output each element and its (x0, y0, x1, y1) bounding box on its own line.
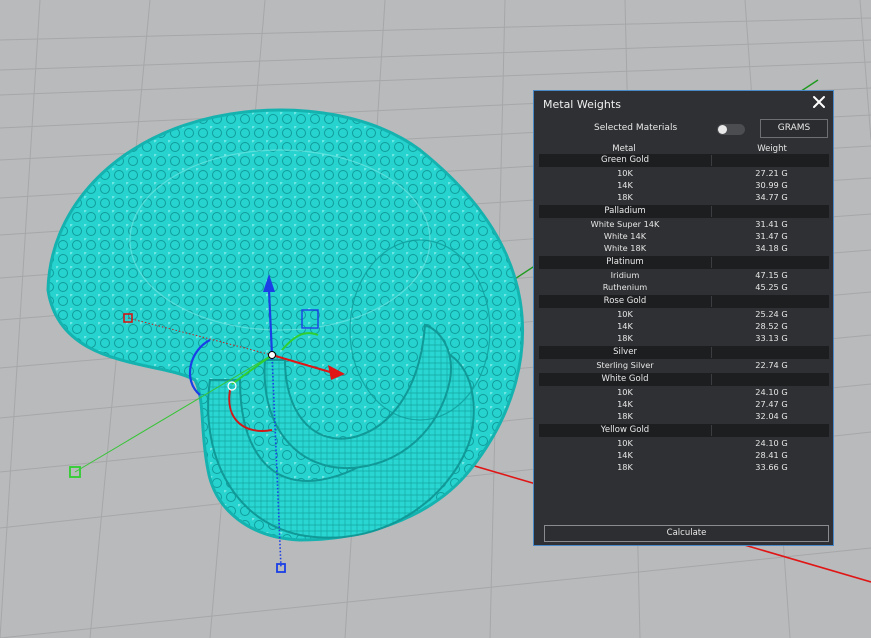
weight-cell: 33.13 G (755, 333, 788, 343)
table-row[interactable]: Ruthenium 45.25 G (539, 281, 829, 293)
group-header: Palladium (539, 205, 829, 218)
group-name: Rose Gold (603, 296, 647, 306)
table-row[interactable]: White 14K 31.47 G (539, 230, 829, 242)
table-row[interactable]: 14K 28.52 G (539, 320, 829, 332)
table-row[interactable]: Sterling Silver 22.74 G (539, 359, 829, 371)
metal-karat-cell: 14K (617, 399, 633, 409)
table-row[interactable]: 18K 33.66 G (539, 461, 829, 473)
group-name: Green Gold (601, 155, 649, 165)
group-divider (711, 374, 712, 385)
table-row[interactable]: 14K 27.47 G (539, 398, 829, 410)
weights-table: Green Gold 10K 27.21 G 14K 30.99 G 18K 34.77 G… (539, 154, 829, 475)
close-icon[interactable] (811, 94, 827, 110)
metal-karat-cell: 14K (617, 321, 633, 331)
metal-karat-cell: 10K (617, 168, 633, 178)
weight-cell: 33.66 G (755, 462, 788, 472)
weight-cell: 45.25 G (755, 282, 788, 292)
group-divider (711, 155, 712, 166)
table-row[interactable]: 14K 28.41 G (539, 449, 829, 461)
toggle-knob (718, 125, 727, 134)
gizmo-center-handle[interactable] (268, 351, 276, 359)
table-row[interactable]: 10K 27.21 G (539, 167, 829, 179)
metal-karat-cell: Sterling Silver (596, 360, 654, 370)
group-header: Silver (539, 346, 829, 359)
weight-cell: 32.04 G (755, 411, 788, 421)
weight-cell: 47.15 G (755, 270, 788, 280)
metal-karat-cell: 18K (617, 192, 633, 202)
weight-cell: 34.77 G (755, 192, 788, 202)
table-row[interactable]: 14K 30.99 G (539, 179, 829, 191)
column-header-weight: Weight (757, 144, 787, 154)
group-name: White Gold (601, 374, 649, 384)
table-row[interactable]: 18K 34.77 G (539, 191, 829, 203)
weight-cell: 25.24 G (755, 309, 788, 319)
metal-weights-panel: Metal Weights Selected Materials GRAMS M… (533, 90, 834, 546)
group-divider (711, 425, 712, 436)
group-divider (711, 296, 712, 307)
weight-cell: 31.41 G (755, 219, 788, 229)
panel-title: Metal Weights (543, 98, 621, 111)
metal-karat-cell: 18K (617, 462, 633, 472)
metal-karat-cell: 18K (617, 411, 633, 421)
metal-karat-cell: White 18K (603, 243, 647, 253)
metal-karat-cell: 14K (617, 180, 633, 190)
group-header: Green Gold (539, 154, 829, 167)
table-row[interactable]: 18K 32.04 G (539, 410, 829, 422)
column-header-metal: Metal (612, 144, 636, 154)
metal-karat-cell: White Super 14K (590, 219, 660, 229)
metal-karat-cell: Iridium (610, 270, 640, 280)
metal-karat-cell: 10K (617, 309, 633, 319)
table-row[interactable]: Iridium 47.15 G (539, 269, 829, 281)
calculate-button[interactable]: Calculate (544, 525, 829, 542)
table-row[interactable]: White Super 14K 31.41 G (539, 218, 829, 230)
ring-model[interactable] (46, 108, 524, 542)
metal-karat-cell: 10K (617, 438, 633, 448)
metal-karat-cell: 18K (617, 333, 633, 343)
group-header: White Gold (539, 373, 829, 386)
group-name: Silver (613, 347, 637, 357)
units-button[interactable]: GRAMS (760, 119, 828, 138)
metal-karat-cell: Ruthenium (602, 282, 648, 292)
metal-karat-cell: 10K (617, 387, 633, 397)
group-header: Yellow Gold (539, 424, 829, 437)
table-row[interactable]: 18K 33.13 G (539, 332, 829, 344)
table-row[interactable]: 10K 25.24 G (539, 308, 829, 320)
weight-cell: 24.10 G (755, 438, 788, 448)
group-name: Palladium (604, 206, 646, 216)
group-name: Yellow Gold (600, 425, 650, 435)
selected-materials-label: Selected Materials (594, 123, 678, 133)
metal-karat-cell: 14K (617, 450, 633, 460)
weight-cell: 27.21 G (755, 168, 788, 178)
weight-cell: 31.47 G (755, 231, 788, 241)
group-divider (711, 206, 712, 217)
weight-cell: 28.52 G (755, 321, 788, 331)
group-header: Rose Gold (539, 295, 829, 308)
group-name: Platinum (606, 257, 644, 267)
group-header: Platinum (539, 256, 829, 269)
weight-cell: 34.18 G (755, 243, 788, 253)
weight-cell: 28.41 G (755, 450, 788, 460)
table-row[interactable]: 10K 24.10 G (539, 386, 829, 398)
weight-cell: 22.74 G (755, 360, 788, 370)
weight-cell: 30.99 G (755, 180, 788, 190)
metal-karat-cell: White 14K (603, 231, 647, 241)
weight-cell: 24.10 G (755, 387, 788, 397)
weight-cell: 27.47 G (755, 399, 788, 409)
selected-materials-toggle[interactable] (717, 124, 745, 135)
table-row[interactable]: 10K 24.10 G (539, 437, 829, 449)
table-row[interactable]: White 18K 34.18 G (539, 242, 829, 254)
group-divider (711, 347, 712, 358)
group-divider (711, 257, 712, 268)
